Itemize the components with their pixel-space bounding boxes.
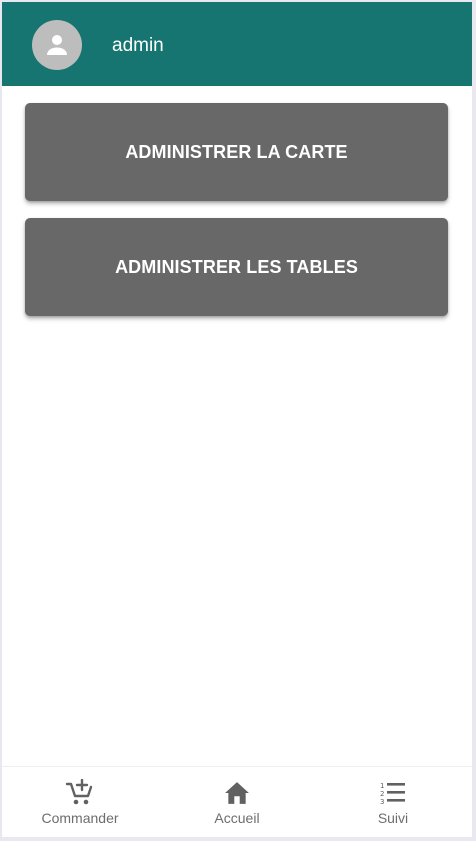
- avatar[interactable]: [32, 20, 82, 70]
- administer-menu-label: ADMINISTRER LA CARTE: [125, 141, 348, 162]
- bottom-navigation: Commander Accueil 1 2 3 Suivi: [2, 766, 472, 837]
- administer-tables-label: ADMINISTRER LES TABLES: [115, 256, 358, 277]
- person-icon: [47, 35, 67, 55]
- app-header: admin: [2, 2, 472, 86]
- username: admin: [112, 35, 164, 56]
- cart-add-icon: [65, 779, 93, 805]
- nav-label-suivi: Suivi: [377, 810, 409, 826]
- svg-text:3: 3: [380, 798, 384, 806]
- nav-label-commander: Commander: [41, 810, 119, 826]
- administer-tables-button[interactable]: ADMINISTRER LES TABLES: [25, 218, 448, 316]
- nav-item-suivi[interactable]: 1 2 3 Suivi: [315, 767, 471, 837]
- numbered-list-icon: 1 2 3: [380, 782, 405, 806]
- nav-label-accueil: Accueil: [214, 810, 260, 826]
- nav-item-commander[interactable]: Commander: [2, 767, 158, 837]
- administer-menu-button[interactable]: ADMINISTRER LA CARTE: [25, 103, 448, 201]
- home-icon: [225, 782, 249, 804]
- svg-text:1: 1: [380, 782, 384, 790]
- app-screen: admin ADMINISTRER LA CARTE ADMINISTRER L…: [2, 2, 472, 837]
- svg-text:2: 2: [380, 790, 384, 798]
- nav-item-accueil[interactable]: Accueil: [159, 767, 315, 837]
